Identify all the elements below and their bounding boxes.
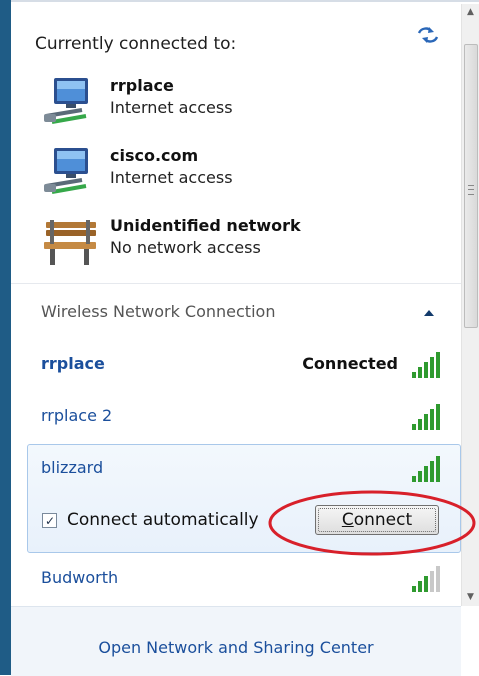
network-name: rrplace — [41, 354, 105, 373]
signal-strength-icon — [412, 404, 440, 430]
connection-name: rrplace — [110, 76, 174, 95]
scroll-up-arrow-icon[interactable]: ▲ — [462, 4, 479, 21]
network-item-rrplace[interactable]: rrplace Connected — [30, 344, 458, 388]
red-annotation-circle — [268, 490, 476, 556]
scroll-thumb[interactable] — [464, 44, 478, 328]
connection-status: Internet access — [110, 98, 233, 117]
network-name: Budworth — [41, 568, 119, 587]
connection-item-cisco: cisco.com Internet access — [42, 146, 442, 206]
connection-item-unidentified: Unidentified network No network access — [42, 216, 442, 276]
connect-automatically-label[interactable]: Connect automatically — [67, 510, 259, 530]
checkmark-icon: ✓ — [45, 514, 56, 528]
signal-strength-icon — [412, 456, 440, 482]
network-name: rrplace 2 — [41, 406, 113, 425]
wireless-section-title[interactable]: Wireless Network Connection — [41, 302, 275, 321]
signal-strength-icon — [412, 352, 440, 378]
connection-item-rrplace: rrplace Internet access — [42, 76, 442, 136]
connect-automatically-checkbox[interactable]: ✓ — [42, 513, 57, 528]
signal-strength-icon — [412, 566, 440, 592]
network-item-blizzard[interactable]: blizzard — [30, 448, 458, 492]
refresh-icon[interactable] — [416, 24, 440, 46]
chevron-up-icon[interactable] — [423, 308, 435, 316]
scroll-grip-icon — [468, 185, 474, 195]
park-bench-icon — [44, 220, 96, 265]
frame-top — [11, 0, 479, 2]
scroll-down-arrow-icon[interactable]: ▼ — [462, 589, 479, 606]
network-item-rrplace-2[interactable]: rrplace 2 — [30, 396, 458, 440]
network-icon — [44, 148, 88, 194]
currently-connected-heading: Currently connected to: — [35, 34, 237, 54]
connection-status: Internet access — [110, 168, 233, 187]
network-item-budworth[interactable]: Budworth — [30, 558, 458, 602]
network-icon — [44, 78, 88, 124]
network-connected-label: Connected — [302, 354, 398, 373]
window-edge — [0, 0, 11, 675]
connection-status: No network access — [110, 238, 261, 257]
section-divider — [11, 283, 461, 284]
open-network-sharing-center-link[interactable]: Open Network and Sharing Center — [11, 638, 461, 657]
network-name: blizzard — [41, 458, 104, 477]
connection-name: Unidentified network — [110, 216, 301, 235]
connection-name: cisco.com — [110, 146, 199, 165]
flyout-footer: Open Network and Sharing Center — [11, 606, 461, 676]
